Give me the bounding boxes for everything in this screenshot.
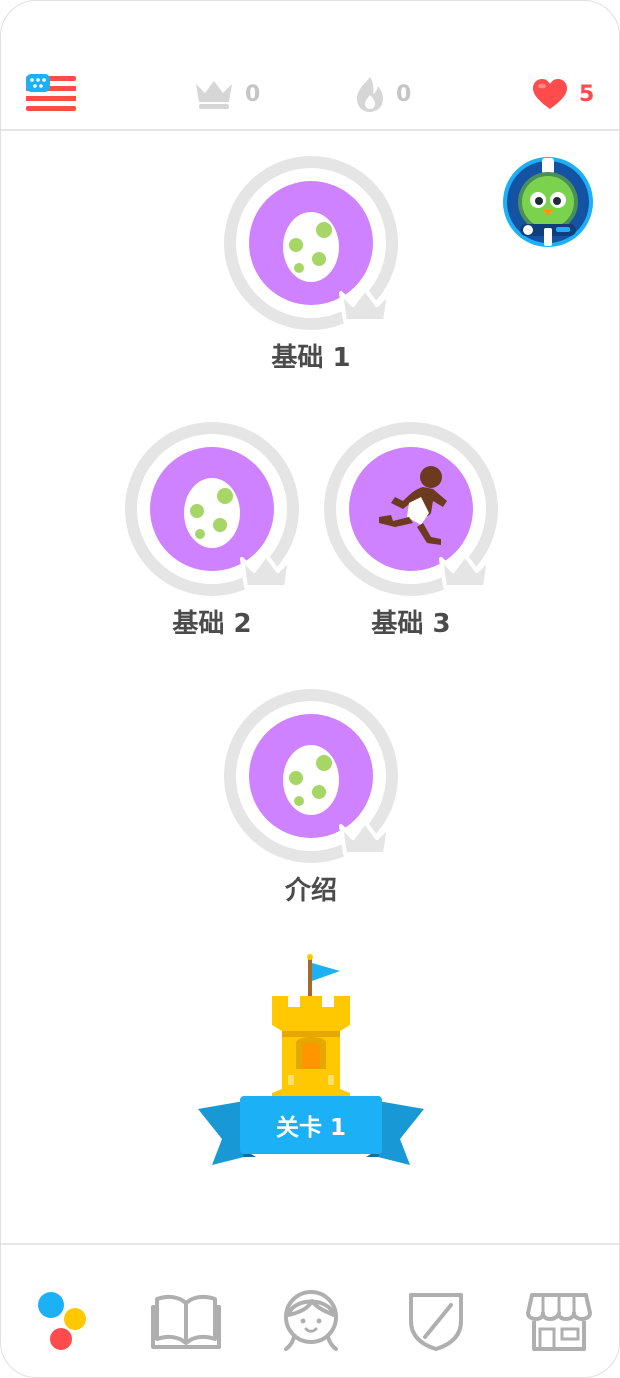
profile-icon[interactable]: [276, 1285, 346, 1355]
egg-icon: [184, 478, 240, 548]
streak-counter[interactable]: 0: [354, 73, 411, 115]
skill-label: 基础 3: [371, 609, 451, 639]
hearts-count: 5: [579, 81, 595, 107]
skill-label: 基础 1: [271, 343, 351, 373]
skill-progress-ring: [224, 156, 398, 330]
crown-badge-icon: [339, 820, 391, 856]
top-bar: 0 0 5: [1, 1, 619, 131]
skill-progress-ring: [125, 422, 299, 596]
streak-count: 0: [396, 81, 412, 107]
hearts-counter[interactable]: 5: [531, 73, 594, 115]
crowns-count: 0: [245, 81, 261, 107]
bottom-nav: [1, 1243, 619, 1377]
crown-badge-icon: [339, 287, 391, 323]
crown-badge-icon: [240, 553, 292, 589]
crowns-counter[interactable]: 0: [193, 73, 260, 115]
leagues-icon[interactable]: [401, 1285, 471, 1355]
crown-badge-icon: [439, 553, 491, 589]
flame-icon: [357, 77, 383, 112]
skill-progress-ring: [324, 422, 498, 596]
learn-icon[interactable]: [31, 1285, 101, 1355]
checkpoint-castle[interactable]: 关卡 1: [196, 951, 426, 1176]
egg-icon: [283, 745, 339, 815]
egg-icon: [283, 212, 339, 282]
duo-robot-avatar-icon[interactable]: [502, 156, 594, 248]
skill-progress-ring: [224, 689, 398, 863]
checkpoint-label: 关卡 1: [275, 1115, 346, 1141]
stories-icon[interactable]: [151, 1285, 221, 1355]
crown-icon: [196, 81, 232, 109]
app-frame: 0 0 5 基础 1 基础 2 基础 3 介绍 关卡 1: [0, 0, 620, 1378]
shop-icon[interactable]: [524, 1285, 594, 1355]
us-flag-icon[interactable]: [26, 74, 76, 112]
skill-label: 介绍: [284, 876, 337, 906]
heart-icon: [533, 79, 567, 109]
